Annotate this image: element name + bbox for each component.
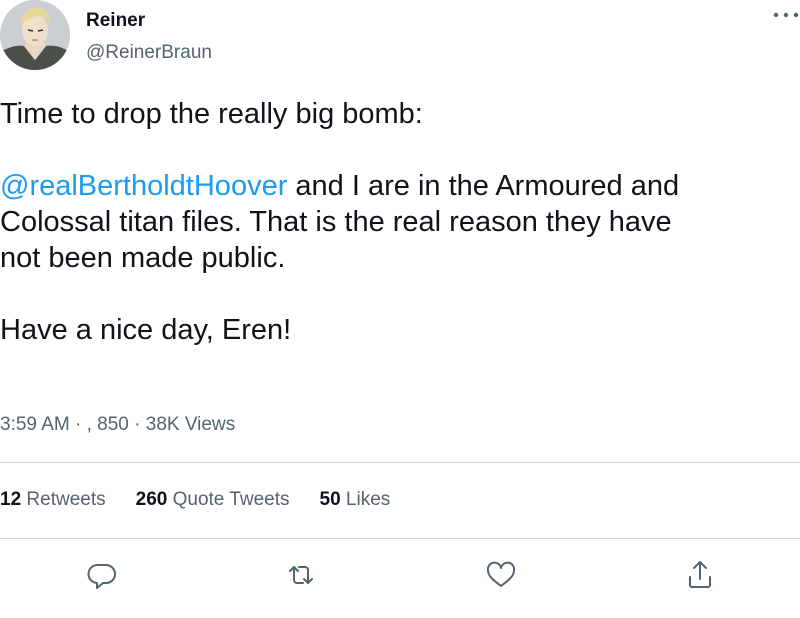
action-bar — [0, 555, 800, 595]
divider — [0, 538, 800, 539]
tweet-text: Time to drop the really big bomb: @realB… — [0, 96, 790, 348]
likes-stat[interactable]: 50 Likes — [320, 488, 391, 512]
retweets-label: Retweets — [21, 489, 106, 510]
engagement-stats: 12 Retweets 260 Quote Tweets 50 Likes — [0, 488, 420, 512]
like-icon[interactable] — [481, 555, 521, 595]
reply-icon[interactable] — [82, 555, 122, 595]
retweets-stat[interactable]: 12 Retweets — [0, 488, 106, 512]
user-handle[interactable]: @ReinerBraun — [86, 41, 212, 65]
views-label: Views — [179, 414, 236, 435]
share-icon[interactable] — [680, 555, 720, 595]
tweet-date[interactable]: 850 — [97, 414, 129, 435]
tweet-line: Time to drop the really big bomb: — [0, 98, 423, 130]
divider — [0, 462, 800, 463]
quote-tweets-stat[interactable]: 260 Quote Tweets — [136, 488, 290, 512]
likes-count: 50 — [319, 489, 341, 510]
display-name[interactable]: Reiner — [86, 9, 145, 33]
mention-link[interactable]: @realBertholdtHoover — [0, 170, 287, 202]
quote-tweets-label: Quote Tweets — [167, 489, 290, 510]
meta-separator: · , — [69, 414, 98, 435]
likes-label: Likes — [340, 489, 391, 510]
quote-tweets-count: 260 — [135, 489, 168, 510]
tweet-line: Have a nice day, Eren! — [0, 314, 292, 346]
tweet-paragraph: @realBertholdtHoover and I are in the Ar… — [0, 168, 790, 204]
tweet-line: not been made public. — [0, 242, 286, 274]
tweet-meta: 3:59 AM · , 850 · 38K Views — [0, 413, 235, 437]
avatar[interactable] — [0, 0, 70, 70]
views-count: 38K — [145, 414, 180, 435]
tweet-line: and I are in the Armoured and — [287, 170, 680, 202]
tweet-time[interactable]: 3:59 AM — [0, 414, 70, 435]
meta-separator: · — [128, 414, 146, 435]
retweets-count: 12 — [0, 489, 22, 510]
more-options-icon[interactable] — [772, 4, 800, 26]
anime-character-avatar-icon — [0, 0, 70, 70]
tweet-line: Colossal titan files. That is the real r… — [0, 206, 672, 238]
retweet-icon[interactable] — [281, 555, 321, 595]
